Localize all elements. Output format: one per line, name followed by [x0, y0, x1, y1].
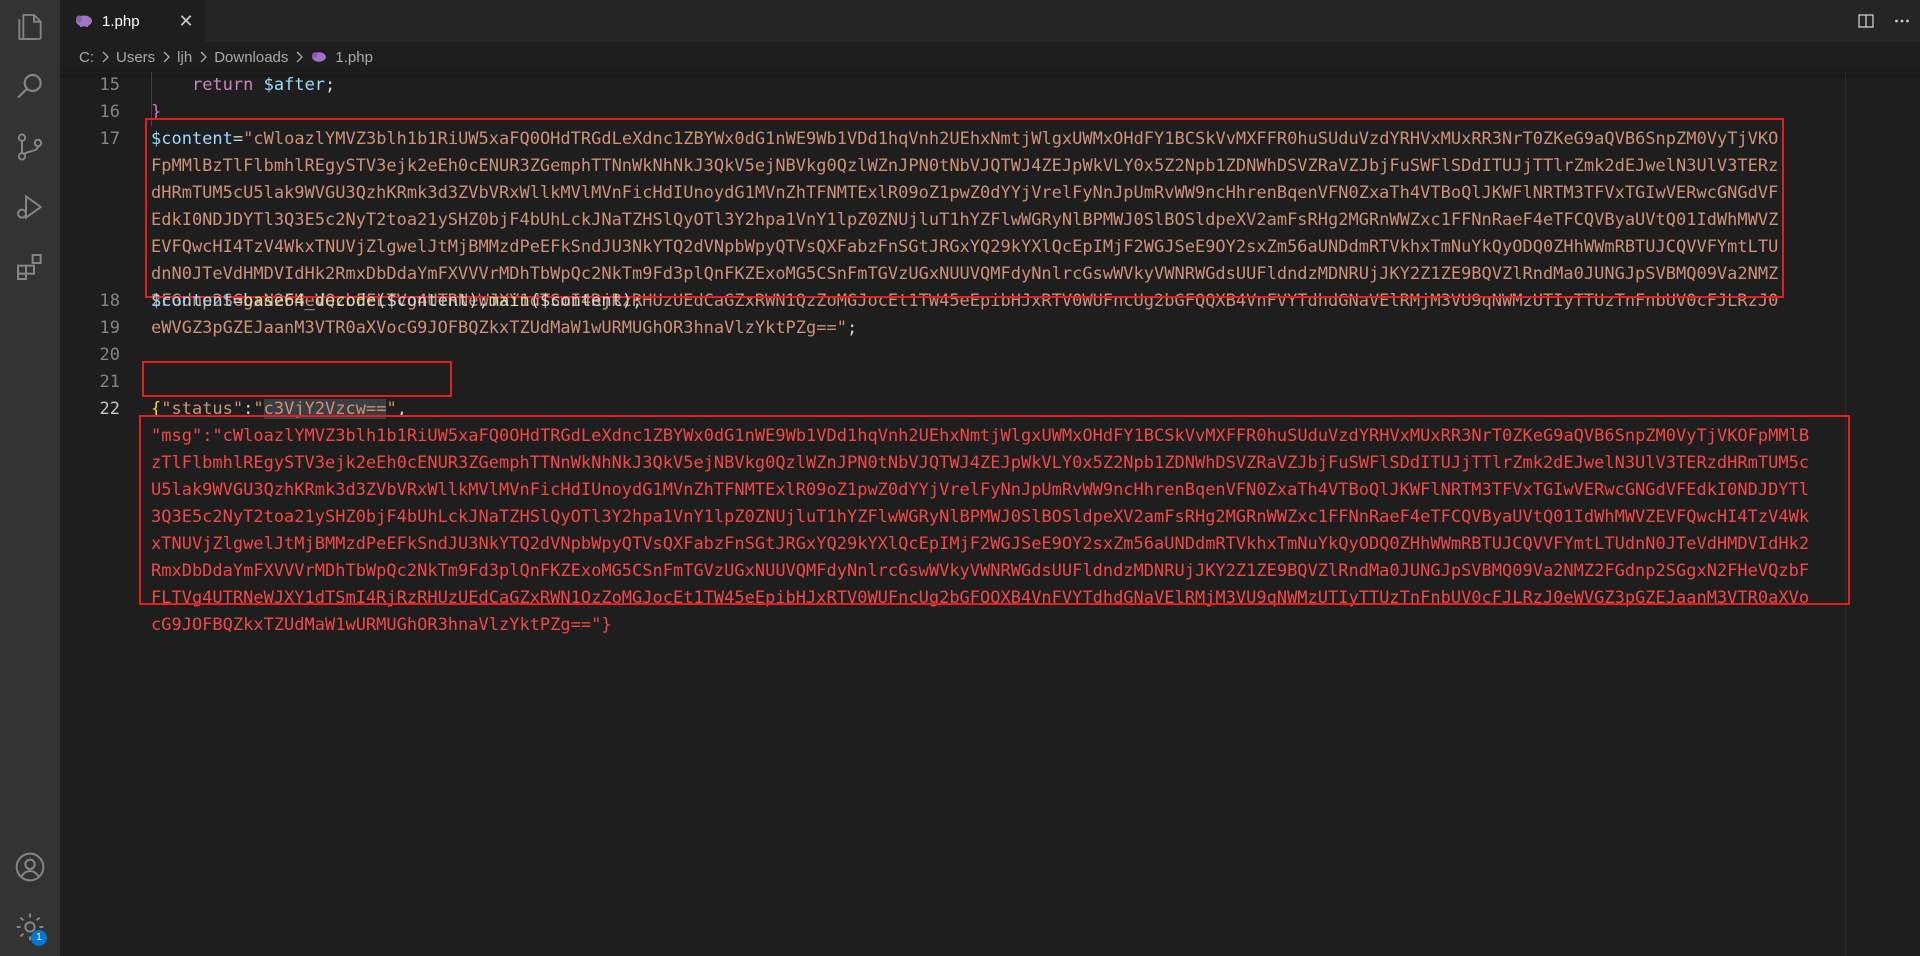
json-key: "msg" [151, 426, 203, 446]
line-number: 15 [99, 75, 120, 95]
breadcrumb-item[interactable]: ljh [177, 49, 192, 66]
line-number: 18 [99, 291, 120, 311]
code-line: 17 $content="cWloazlYMVZ3blh1b1RiUW5xaFQ… [60, 126, 1920, 338]
source-control-icon[interactable] [13, 130, 47, 164]
line-number: 19 [99, 318, 120, 338]
tab-1-php[interactable]: 1.php ✕ [60, 0, 205, 42]
line-number: 20 [99, 345, 120, 365]
php-elephant-icon [76, 15, 92, 27]
return-keyword: return [191, 75, 254, 95]
line-number: 22 [99, 399, 120, 419]
closing-brace: } [151, 102, 162, 122]
php-elephant-icon [312, 52, 327, 62]
chevron-right-icon [161, 50, 171, 64]
code-line: "msg":"cWloazlYMVZ3blh1b1RiUW5xaFQ0OHdTR… [151, 426, 1810, 635]
account-icon[interactable] [13, 850, 47, 884]
tab-label: 1.php [102, 12, 140, 30]
split-editor-icon[interactable] [1848, 3, 1884, 39]
extensions-icon[interactable] [13, 250, 47, 284]
code-line: 21 [60, 369, 1920, 396]
code-line: 16 } [60, 99, 1920, 126]
base64-string: "cWloazlYMVZ3blh1b1RiUW5xaFQ0OHdTRGdLeXd… [151, 426, 1810, 635]
code-line: 20 [60, 342, 1920, 369]
chevron-right-icon [198, 50, 208, 64]
function-call: base64_decode [243, 291, 377, 311]
line-number: 17 [99, 129, 120, 149]
files-icon[interactable] [13, 10, 47, 44]
code-line: 22 {"status":"c3VjY2Vzcw==", [60, 396, 1920, 423]
function-call: main [488, 291, 530, 311]
chevron-right-icon [100, 50, 110, 64]
tab-bar: 1.php ✕ [60, 0, 1920, 42]
settings-badge: 1 [31, 930, 47, 946]
breadcrumb-item[interactable]: C: [79, 49, 94, 66]
code-editor[interactable]: 15 return $after; 16 } 17 $content="cWlo… [60, 72, 1920, 956]
activity-bar: 1 [0, 0, 60, 956]
more-actions-icon[interactable] [1884, 3, 1920, 39]
breadcrumb: C: Users ljh Downloads 1.php [60, 42, 1920, 72]
run-debug-icon[interactable] [13, 190, 47, 224]
line-number: 16 [99, 102, 120, 122]
settings-gear-icon[interactable]: 1 [13, 910, 47, 946]
json-key: "status" [161, 399, 244, 419]
status-value: c3VjY2Vzcw== [263, 399, 387, 419]
breadcrumb-item[interactable]: Users [116, 49, 155, 66]
variable: $content [151, 129, 233, 149]
breadcrumb-item[interactable]: Downloads [214, 49, 288, 66]
variable: $after [263, 75, 326, 95]
breadcrumb-file[interactable]: 1.php [335, 49, 373, 66]
chevron-right-icon [294, 50, 304, 64]
line-number: 21 [99, 372, 120, 392]
code-line: 18 $content=base64_decode($content);main… [60, 288, 1920, 315]
search-icon[interactable] [13, 70, 47, 104]
code-line: 19 [60, 315, 1920, 342]
code-line: 15 return $after; [60, 72, 1920, 126]
close-icon[interactable]: ✕ [175, 10, 197, 32]
